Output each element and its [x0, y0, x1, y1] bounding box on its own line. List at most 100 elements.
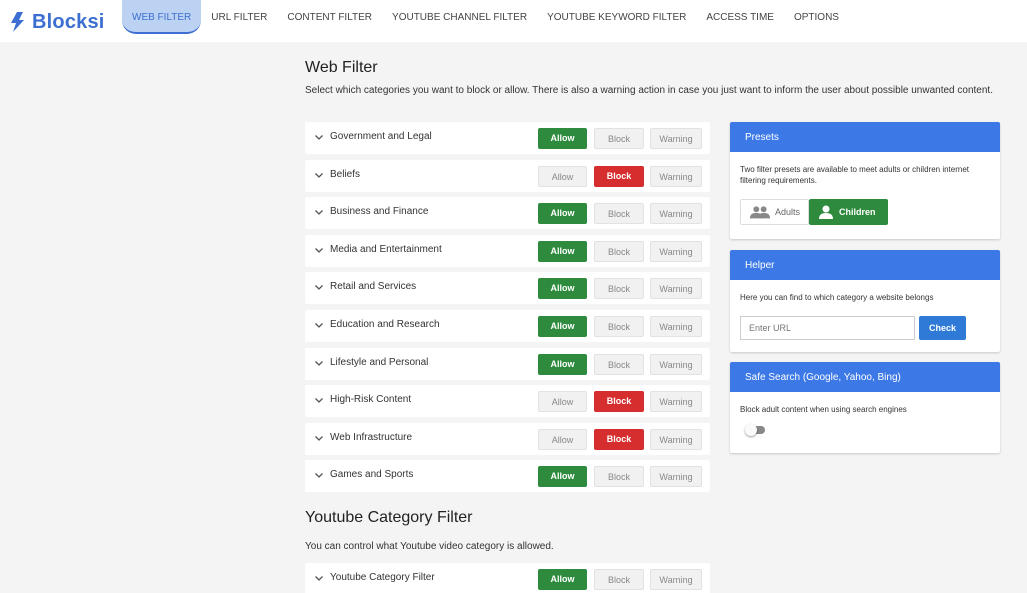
safe-search-toggle[interactable]	[745, 423, 767, 437]
brand-name: Blocksi	[32, 10, 105, 33]
chevron-down-icon[interactable]	[313, 206, 325, 218]
web-filter-description: Select which categories you want to bloc…	[305, 85, 993, 96]
warning-button[interactable]: Warning	[650, 391, 702, 413]
category-row-education-and-research[interactable]: Education and Research Allow Block Warning	[305, 310, 710, 342]
chevron-down-icon[interactable]	[313, 319, 325, 331]
category-row-games-and-sports[interactable]: Games and Sports Allow Block Warning	[305, 460, 710, 493]
warning-button[interactable]: Warning	[650, 165, 702, 187]
block-button[interactable]: Block	[594, 569, 644, 590]
warning-button[interactable]: Warning	[650, 278, 702, 300]
helper-text: Here you can find to which category a we…	[740, 293, 934, 302]
allow-button[interactable]: Allow	[538, 316, 587, 337]
youtube-filter-description: You can control what Youtube video categ…	[305, 541, 554, 552]
category-label: Business and Finance	[330, 206, 429, 218]
chevron-down-icon[interactable]	[313, 572, 325, 584]
block-button[interactable]: Block	[594, 316, 644, 337]
allow-button[interactable]: Allow	[538, 165, 587, 187]
adults-preset-button[interactable]: Adults	[740, 199, 809, 225]
chevron-down-icon[interactable]	[313, 394, 325, 406]
allow-button[interactable]: Allow	[538, 569, 587, 590]
category-row-retail-and-services[interactable]: Retail and Services Allow Block Warning	[305, 272, 710, 305]
block-button[interactable]: Block	[594, 128, 644, 149]
helper-title: Helper	[730, 250, 1000, 280]
block-button[interactable]: Block	[594, 428, 644, 450]
tab-access-time[interactable]: ACCESS TIME	[696, 0, 784, 34]
warning-button[interactable]: Warning	[650, 466, 702, 488]
warning-button[interactable]: Warning	[650, 316, 702, 337]
category-label: Lifestyle and Personal	[330, 356, 429, 368]
category-label: Games and Sports	[330, 469, 414, 481]
allow-button[interactable]: Allow	[538, 240, 587, 262]
presets-text: Two filter presets are available to meet…	[740, 165, 970, 185]
allow-button[interactable]: Allow	[538, 428, 587, 450]
safe-search-title: Safe Search (Google, Yahoo, Bing)	[730, 362, 1000, 392]
tab-url-filter[interactable]: URL FILTER	[201, 0, 277, 34]
category-label: Education and Research	[330, 319, 440, 330]
tab-youtube-keyword-filter[interactable]: YOUTUBE KEYWORD FILTER	[537, 0, 696, 34]
category-label: Government and Legal	[330, 131, 432, 142]
block-button[interactable]: Block	[594, 278, 644, 300]
toggle-knob	[745, 424, 757, 436]
category-row-high-risk-content[interactable]: High-Risk Content Allow Block Warning	[305, 385, 710, 418]
chevron-down-icon[interactable]	[313, 131, 325, 143]
warning-button[interactable]: Warning	[650, 569, 702, 590]
adults-label: Adults	[774, 206, 800, 217]
children-label: Children	[839, 206, 876, 217]
category-label: Youtube Category Filter	[330, 572, 435, 583]
presets-title: Presets	[730, 122, 1000, 152]
allow-button[interactable]: Allow	[538, 466, 587, 488]
chevron-down-icon[interactable]	[313, 432, 325, 444]
url-input[interactable]	[740, 316, 915, 340]
category-row-youtube-category-filter[interactable]: Youtube Category Filter Allow Block Warning	[305, 563, 710, 593]
warning-button[interactable]: Warning	[650, 353, 702, 375]
category-label: Retail and Services	[330, 281, 417, 293]
allow-button[interactable]: Allow	[538, 128, 587, 149]
tab-youtube-channel-filter[interactable]: YOUTUBE CHANNEL FILTER	[382, 0, 537, 34]
adults-icon	[749, 206, 771, 219]
brand-logo[interactable]: Blocksi	[8, 10, 105, 34]
tab-content-filter[interactable]: CONTENT FILTER	[277, 0, 382, 34]
allow-button[interactable]: Allow	[538, 353, 587, 375]
top-bar: Blocksi WEB FILTER URL FILTER CONTENT FI…	[0, 0, 1027, 42]
warning-button[interactable]: Warning	[650, 203, 702, 225]
category-label: Media and Entertainment	[330, 243, 442, 255]
chevron-down-icon[interactable]	[313, 169, 325, 181]
category-label: Beliefs	[330, 168, 361, 180]
block-button[interactable]: Block	[594, 165, 644, 187]
chevron-down-icon[interactable]	[313, 469, 325, 481]
category-row-web-infrastructure[interactable]: Web Infrastructure Allow Block Warning	[305, 422, 710, 455]
tab-web-filter[interactable]: WEB FILTER	[122, 0, 202, 34]
category-row-lifestyle-and-personal[interactable]: Lifestyle and Personal Allow Block Warning	[305, 347, 710, 380]
category-label: Web Infrastructure	[330, 431, 413, 443]
warning-button[interactable]: Warning	[650, 428, 702, 450]
check-button[interactable]: Check	[919, 316, 966, 340]
allow-button[interactable]: Allow	[538, 278, 587, 300]
block-button[interactable]: Block	[594, 466, 644, 488]
main-nav: WEB FILTER URL FILTER CONTENT FILTER YOU…	[122, 0, 849, 34]
allow-button[interactable]: Allow	[538, 391, 587, 413]
web-filter-title: Web Filter	[305, 59, 378, 76]
safe-search-text: Block adult content when using search en…	[740, 405, 907, 414]
chevron-down-icon[interactable]	[313, 281, 325, 293]
warning-button[interactable]: Warning	[650, 240, 702, 262]
category-row-government-and-legal[interactable]: Government and Legal Allow Block Warning	[305, 122, 710, 154]
block-button[interactable]: Block	[594, 240, 644, 262]
chevron-down-icon[interactable]	[313, 244, 325, 256]
block-button[interactable]: Block	[594, 353, 644, 375]
helper-card: Helper Here you can find to which catego…	[730, 250, 1000, 352]
safe-search-card: Safe Search (Google, Yahoo, Bing) Block …	[730, 362, 1000, 453]
block-button[interactable]: Block	[594, 203, 644, 225]
warning-button[interactable]: Warning	[650, 128, 702, 149]
blocksi-logo-icon	[11, 12, 24, 32]
category-row-media-and-entertainment[interactable]: Media and Entertainment Allow Block Warning	[305, 234, 710, 267]
allow-button[interactable]: Allow	[538, 203, 587, 225]
category-label: High-Risk Content	[330, 394, 412, 406]
children-preset-button[interactable]: Children	[809, 199, 888, 225]
category-row-beliefs[interactable]: Beliefs Allow Block Warning	[305, 159, 710, 192]
chevron-down-icon[interactable]	[313, 357, 325, 369]
category-row-business-and-finance[interactable]: Business and Finance Allow Block Warning	[305, 197, 710, 230]
presets-card: Presets Two filter presets are available…	[730, 122, 1000, 239]
youtube-filter-title: Youtube Category Filter	[305, 509, 473, 526]
tab-options[interactable]: OPTIONS	[784, 0, 849, 34]
block-button[interactable]: Block	[594, 391, 644, 413]
